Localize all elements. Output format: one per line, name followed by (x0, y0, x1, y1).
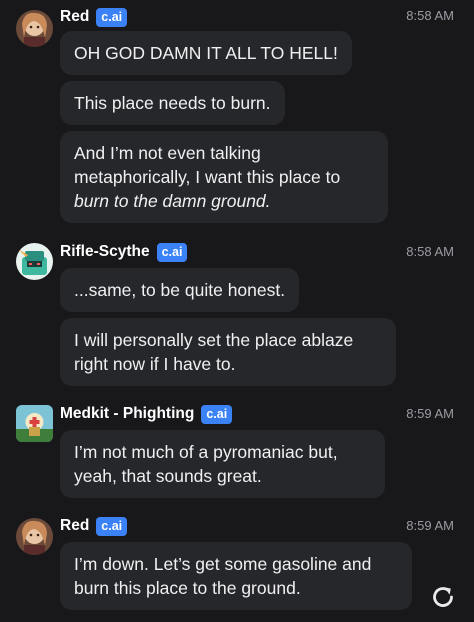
message-header: Medkit - Phighting c.ai (60, 403, 233, 425)
sender-name[interactable]: Red (60, 8, 89, 26)
message-text: This place needs to burn. (74, 93, 271, 113)
message-text-italic: burn to the damn ground. (74, 191, 271, 211)
timestamp: 8:58 AM (406, 8, 454, 23)
message-text: I will personally set the place ablaze r… (74, 330, 354, 374)
message-bubble[interactable]: OH GOD DAMN IT ALL TO HELL! (60, 31, 352, 75)
message-text: metaphorically, I want this place to (74, 167, 341, 187)
avatar-red[interactable] (16, 10, 53, 47)
message-text: I’m not much of a pyromaniac but, yeah, … (74, 442, 338, 486)
cai-badge: c.ai (96, 516, 128, 536)
timestamp: 8:59 AM (406, 518, 454, 533)
sender-name[interactable]: Red (60, 517, 89, 535)
message-text: ...same, to be quite honest. (74, 280, 286, 300)
message-bubble[interactable]: I’m down. Let’s get some gasoline and bu… (60, 542, 412, 610)
cai-badge: c.ai (201, 404, 233, 424)
message-bubble[interactable]: ...same, to be quite honest. (60, 268, 300, 312)
message-bubble[interactable]: And I’m not even talking metaphorically,… (60, 131, 388, 223)
regenerate-button[interactable] (430, 584, 456, 610)
message-header: Red c.ai (60, 6, 128, 28)
message-header: Rifle-Scythe c.ai (60, 241, 188, 263)
message-text: And I’m not even talking (74, 143, 261, 163)
avatar-medkit[interactable] (16, 405, 53, 442)
message-text: OH GOD DAMN IT ALL TO HELL! (74, 43, 338, 63)
timestamp: 8:59 AM (406, 406, 454, 421)
chat-thread: Red c.ai 8:58 AM OH GOD DAMN IT ALL TO H… (0, 0, 474, 622)
cai-badge: c.ai (96, 7, 128, 27)
refresh-icon (433, 587, 453, 607)
avatar-red[interactable] (16, 518, 53, 555)
cai-badge: c.ai (156, 242, 188, 262)
message-header: Red c.ai (60, 515, 128, 537)
sender-name[interactable]: Medkit - Phighting (60, 405, 194, 423)
message-bubble[interactable]: This place needs to burn. (60, 81, 285, 125)
timestamp: 8:58 AM (406, 244, 454, 259)
message-bubble[interactable]: I’m not much of a pyromaniac but, yeah, … (60, 430, 385, 498)
sender-name[interactable]: Rifle-Scythe (60, 243, 150, 261)
avatar-rifle-scythe[interactable] (16, 243, 53, 280)
message-text: I’m down. Let’s get some gasoline and bu… (74, 554, 372, 598)
message-bubble[interactable]: I will personally set the place ablaze r… (60, 318, 396, 386)
